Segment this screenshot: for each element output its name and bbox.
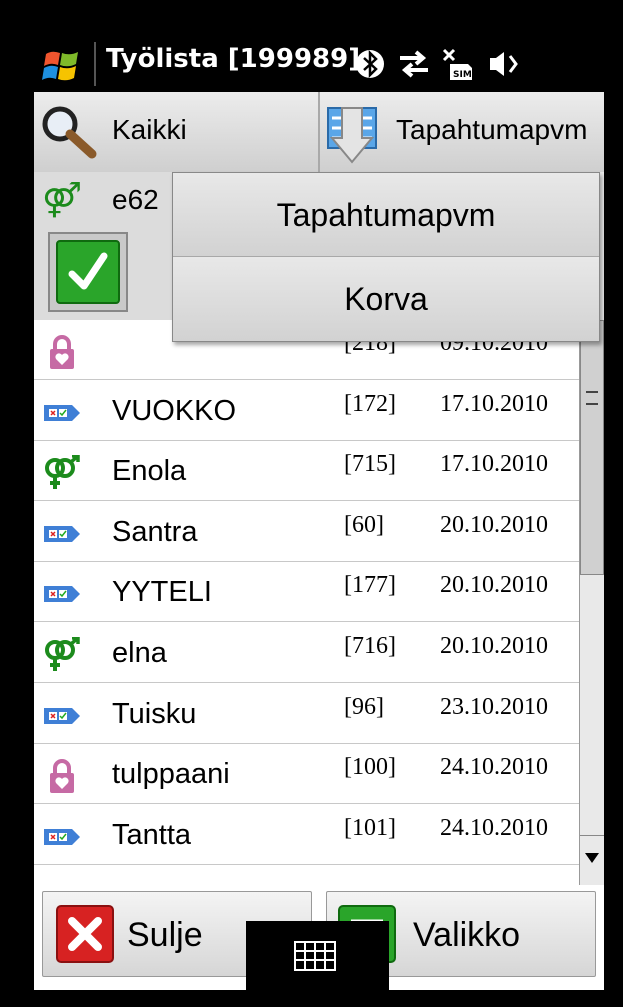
list-row[interactable]: elna [716] 20.10.2010 xyxy=(34,623,579,683)
list-row[interactable]: Tuisku [96] 23.10.2010 xyxy=(34,683,579,744)
ear-tag-icon xyxy=(42,819,82,855)
arrow-down-icon xyxy=(585,853,599,863)
animal-number: [177] xyxy=(344,572,396,599)
animal-number: [172] xyxy=(344,390,396,417)
keyboard-toggle[interactable] xyxy=(246,921,389,991)
selected-item-name: e62 xyxy=(112,184,159,215)
sort-list-icon xyxy=(327,107,377,164)
event-date: 23.10.2010 xyxy=(440,693,548,720)
event-date: 20.10.2010 xyxy=(440,633,548,659)
dropdown-item-korva[interactable]: Korva xyxy=(173,257,599,341)
device-screen: Työlista [199989] SIM Kaikki Tapahtumapv… xyxy=(0,0,623,1007)
animal-name: tulppaani xyxy=(112,758,230,791)
ear-tag-icon xyxy=(42,395,82,431)
sort-dropdown: Tapahtumapvm Korva xyxy=(172,172,600,342)
animal-name: Santra xyxy=(112,515,198,548)
dropdown-item-tapahtumapvm[interactable]: Tapahtumapvm xyxy=(173,173,599,257)
ear-tag-icon xyxy=(42,698,82,734)
bluetooth-icon xyxy=(356,49,384,79)
grip-icon xyxy=(586,391,598,405)
event-date: 24.10.2010 xyxy=(440,814,548,841)
event-date: 20.10.2010 xyxy=(440,511,548,538)
event-date: 17.10.2010 xyxy=(440,390,548,417)
sort-label: Tapahtumapvm xyxy=(396,114,588,145)
event-date: 17.10.2010 xyxy=(440,451,548,478)
scroll-thumb[interactable] xyxy=(580,320,604,575)
no-sim-icon: SIM xyxy=(442,48,472,80)
app-title: Työlista [199989] xyxy=(106,44,361,74)
top-toolbar: Kaikki Tapahtumapvm xyxy=(34,92,604,172)
sync-arrows-icon xyxy=(400,50,428,78)
ear-tag-icon xyxy=(42,576,82,612)
list-row[interactable]: YYTELI [177] 20.10.2010 xyxy=(34,562,579,623)
checkmark-icon xyxy=(68,252,108,290)
sort-button[interactable]: Tapahtumapvm xyxy=(320,92,604,172)
status-bar: Työlista [199989] SIM xyxy=(34,36,604,92)
animal-name: Tuisku xyxy=(112,697,197,730)
lock-icon xyxy=(42,334,82,370)
animal-name: VUOKKO xyxy=(112,394,237,427)
select-checkbox[interactable] xyxy=(56,240,120,304)
windows-start-icon[interactable] xyxy=(42,46,82,86)
animal-name: elna xyxy=(112,637,167,669)
ear-tag-icon xyxy=(42,516,82,552)
work-list: [218] 09.10.2010 VUOKKO [172] 17.10.2010 Enol… xyxy=(34,320,579,885)
animal-number: [60] xyxy=(344,511,384,538)
status-separator xyxy=(94,42,96,86)
animal-number: [100] xyxy=(344,754,396,781)
list-row[interactable]: Santra [60] 20.10.2010 xyxy=(34,501,579,562)
select-checkbox-frame xyxy=(48,232,128,312)
magnifier-icon xyxy=(42,106,97,159)
svg-text:SIM: SIM xyxy=(453,70,472,80)
list-row[interactable]: VUOKKO [172] 17.10.2010 xyxy=(34,380,579,441)
event-date: 20.10.2010 xyxy=(440,572,548,599)
animal-name: YYTELI xyxy=(112,576,212,609)
lock-icon xyxy=(42,758,82,794)
animal-number: [96] xyxy=(344,693,384,720)
speaker-icon xyxy=(490,52,518,76)
animal-name: Enola xyxy=(112,455,187,488)
close-icon xyxy=(56,905,114,963)
gender-symbol-icon xyxy=(42,454,82,491)
gender-symbol-icon: ⚤ xyxy=(42,180,82,220)
animal-number: [101] xyxy=(344,814,396,841)
list-row[interactable]: tulppaani [100] 24.10.2010 xyxy=(34,744,579,805)
list-row[interactable]: Tantta [101] 24.10.2010 xyxy=(34,804,579,865)
scroll-down-button[interactable] xyxy=(580,835,604,885)
gender-symbol-icon xyxy=(42,636,82,673)
close-label: Sulje xyxy=(127,916,203,954)
event-date: 24.10.2010 xyxy=(440,754,548,781)
animal-number: [716] xyxy=(344,633,396,659)
menu-label: Valikko xyxy=(413,916,521,954)
list-row[interactable]: Enola [715] 17.10.2010 xyxy=(34,441,579,502)
filter-button[interactable]: Kaikki xyxy=(34,92,320,172)
filter-label: Kaikki xyxy=(112,114,187,145)
animal-name: Tantta xyxy=(112,818,191,851)
animal-number: [715] xyxy=(344,451,396,478)
keyboard-icon xyxy=(294,941,336,971)
